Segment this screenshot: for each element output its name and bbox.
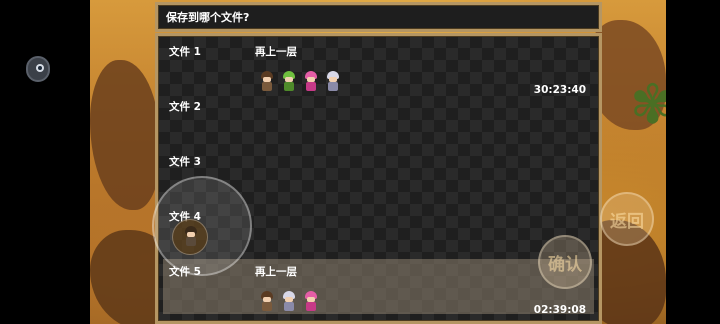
slot-location: 再上一层 [255, 266, 297, 278]
eye-icon [36, 64, 44, 72]
slot-label: 文件 3 [169, 156, 201, 168]
joystick-knob[interactable] [172, 219, 208, 255]
background-rock [90, 60, 160, 210]
save-slot-2[interactable]: 文件 2 [163, 94, 594, 149]
left-black-bar [0, 0, 90, 324]
dialog-title-bar: 保存到哪个文件? [155, 2, 602, 32]
party-members [259, 291, 319, 311]
save-slot-1[interactable]: 文件 1 再上一层 30:23:40 [163, 39, 594, 96]
character-sprite-icon [325, 71, 341, 91]
confirm-button[interactable]: 确认 [538, 235, 592, 289]
slot-label: 文件 1 [169, 46, 201, 58]
player-sprite-icon [183, 226, 199, 246]
character-sprite-icon [281, 71, 297, 91]
party-members [259, 71, 341, 91]
dialog-title: 保存到哪个文件? [166, 11, 250, 24]
back-button[interactable]: 返回 [600, 192, 654, 246]
slot-label: 文件 2 [169, 101, 201, 113]
slot-location: 再上一层 [255, 46, 297, 58]
character-sprite-icon [259, 71, 275, 91]
save-file-list: 文件 1 再上一层 30:23:40 文件 2 文件 3 文件 4 文件 5 再… [155, 33, 602, 324]
right-black-bar [666, 0, 720, 324]
character-sprite-icon [303, 71, 319, 91]
character-sprite-icon [281, 291, 297, 311]
slot-playtime: 02:39:08 [533, 304, 586, 316]
character-sprite-icon [259, 291, 275, 311]
floating-assistant-icon[interactable] [26, 56, 50, 82]
character-sprite-icon [303, 291, 319, 311]
